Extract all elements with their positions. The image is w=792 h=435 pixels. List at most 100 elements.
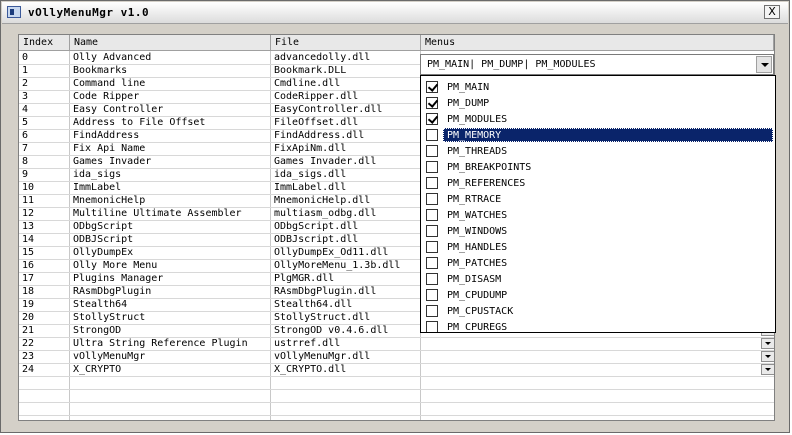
checkbox-icon[interactable]: [426, 257, 438, 269]
checkbox-icon[interactable]: [426, 209, 438, 221]
menu-option-pm-rtrace[interactable]: PM_RTRACE: [422, 191, 774, 207]
checkbox-icon[interactable]: [426, 129, 438, 141]
menu-option-pm-watches[interactable]: PM_WATCHES: [422, 207, 774, 223]
menu-option-label: PM_DUMP: [447, 98, 490, 109]
menu-option-label: PM_MODULES: [447, 114, 508, 125]
file-cell: MnemonicHelp.dll: [274, 195, 371, 206]
index-cell: 17: [22, 273, 35, 284]
name-cell: Games Invader: [73, 156, 152, 167]
name-cell: Stealth64: [73, 299, 128, 310]
menu-option-highlight: PM_WINDOWS: [443, 224, 773, 238]
table-row[interactable]: 22 Ultra String Reference Plugin ustrref.d…: [19, 338, 774, 351]
index-cell: 18: [22, 286, 35, 297]
menu-option-label: PM_BREAKPOINTS: [447, 162, 532, 173]
name-cell: Olly Advanced: [73, 52, 152, 63]
index-cell: 20: [22, 312, 35, 323]
menu-option-label: PM_REFERENCES: [447, 178, 526, 189]
menus-cell-dropdown-icon[interactable]: [761, 338, 774, 349]
column-header-file[interactable]: File: [271, 35, 421, 51]
table-row[interactable]: 24 X_CRYPTO X_CRYPTO.dll: [19, 364, 774, 377]
checkbox-icon[interactable]: [426, 321, 438, 332]
menus-cell-dropdown-icon[interactable]: [761, 351, 774, 362]
menu-option-pm-main[interactable]: PM_MAIN: [422, 79, 774, 95]
name-cell: ida_sigs: [73, 169, 122, 180]
main-window: vOllyMenuMgr v1.0 X Index Name File Menu…: [0, 0, 790, 433]
menu-option-pm-windows[interactable]: PM_WINDOWS: [422, 223, 774, 239]
name-cell: MnemonicHelp: [73, 195, 146, 206]
column-header-name[interactable]: Name: [70, 35, 271, 51]
checkbox-icon[interactable]: [426, 177, 438, 189]
menu-option-highlight: PM_HANDLES: [443, 240, 773, 254]
title-bar[interactable]: vOllyMenuMgr v1.0 X: [2, 2, 788, 24]
checkbox-checked-icon[interactable]: [426, 113, 438, 125]
name-cell: ODBJScript: [73, 234, 134, 245]
menu-option-pm-disasm[interactable]: PM_DISASM: [422, 271, 774, 287]
name-cell: Ultra String Reference Plugin: [73, 338, 248, 349]
menu-option-pm-patches[interactable]: PM_PATCHES: [422, 255, 774, 271]
checkbox-icon[interactable]: [426, 225, 438, 237]
menu-option-highlight: PM_MEMORY: [443, 128, 773, 142]
index-cell: 16: [22, 260, 35, 271]
file-cell: FixApiNm.dll: [274, 143, 347, 154]
checkbox-icon[interactable]: [426, 161, 438, 173]
column-header-menus[interactable]: Menus: [421, 35, 774, 51]
index-cell: 15: [22, 247, 35, 258]
checkbox-icon[interactable]: [426, 289, 438, 301]
checkbox-icon[interactable]: [426, 241, 438, 253]
menu-option-pm-threads[interactable]: PM_THREADS: [422, 143, 774, 159]
menus-combo[interactable]: PM_MAIN| PM_DUMP| PM_MODULES: [420, 54, 774, 75]
name-cell: OllyDumpEx: [73, 247, 134, 258]
index-cell: 23: [22, 351, 35, 362]
menu-option-highlight: PM_THREADS: [443, 144, 773, 158]
menu-option-label: PM_RTRACE: [447, 194, 502, 205]
app-icon: [7, 6, 21, 18]
menu-option-pm-memory[interactable]: PM_MEMORY: [422, 127, 774, 143]
file-cell: OllyDumpEx_Od11.dll: [274, 247, 389, 258]
menu-option-pm-references[interactable]: PM_REFERENCES: [422, 175, 774, 191]
empty-row: [19, 403, 774, 416]
index-cell: 12: [22, 208, 35, 219]
menus-cell-dropdown-icon[interactable]: [761, 364, 774, 375]
menu-option-pm-cpudump[interactable]: PM_CPUDUMP: [422, 287, 774, 303]
checkbox-icon[interactable]: [426, 145, 438, 157]
checkbox-icon[interactable]: [426, 305, 438, 317]
table-row[interactable]: 23 vOllyMenuMgr vOllyMenuMgr.dll: [19, 351, 774, 364]
index-cell: 0: [22, 52, 29, 63]
menu-option-highlight: PM_REFERENCES: [443, 176, 773, 190]
index-cell: 8: [22, 156, 29, 167]
file-cell: ustrref.dll: [274, 338, 341, 349]
file-cell: StollyStruct.dll: [274, 312, 371, 323]
menu-option-pm-modules[interactable]: PM_MODULES: [422, 111, 774, 127]
menu-option-pm-cpuregs[interactable]: PM_CPUREGS: [422, 319, 774, 333]
combo-dropdown-arrow-icon[interactable]: [756, 56, 772, 73]
checkbox-icon[interactable]: [426, 193, 438, 205]
menus-cell[interactable]: [421, 351, 774, 363]
column-header-index[interactable]: Index: [19, 35, 70, 51]
checkbox-checked-icon[interactable]: [426, 97, 438, 109]
name-cell: ODbgScript: [73, 221, 134, 232]
file-cell: multiasm_odbg.dll: [274, 208, 377, 219]
menus-dropdown-list: PM_MAIN PM_DUMP PM_MODULES PM_MEMORY PM_THRE…: [420, 75, 776, 333]
menus-cell[interactable]: [421, 364, 774, 376]
menu-option-pm-dump[interactable]: PM_DUMP: [422, 95, 774, 111]
index-cell: 1: [22, 65, 29, 76]
file-cell: advancedolly.dll: [274, 52, 371, 63]
index-cell: 9: [22, 169, 29, 180]
index-cell: 13: [22, 221, 35, 232]
menu-option-pm-handles[interactable]: PM_HANDLES: [422, 239, 774, 255]
menus-cell[interactable]: [421, 338, 774, 350]
name-cell: Code Ripper: [73, 91, 140, 102]
file-cell: Cmdline.dll: [274, 78, 341, 89]
name-cell: Easy Controller: [73, 104, 164, 115]
file-cell: ida_sigs.dll: [274, 169, 347, 180]
close-button[interactable]: X: [764, 5, 780, 19]
name-cell: FindAddress: [73, 130, 140, 141]
file-cell: ImmLabel.dll: [274, 182, 347, 193]
index-cell: 7: [22, 143, 29, 154]
checkbox-icon[interactable]: [426, 273, 438, 285]
checkbox-checked-icon[interactable]: [426, 81, 438, 93]
name-cell: StrongOD: [73, 325, 122, 336]
menu-option-label: PM_CPUREGS: [447, 322, 508, 333]
menu-option-pm-breakpoints[interactable]: PM_BREAKPOINTS: [422, 159, 774, 175]
menu-option-pm-cpustack[interactable]: PM_CPUSTACK: [422, 303, 774, 319]
